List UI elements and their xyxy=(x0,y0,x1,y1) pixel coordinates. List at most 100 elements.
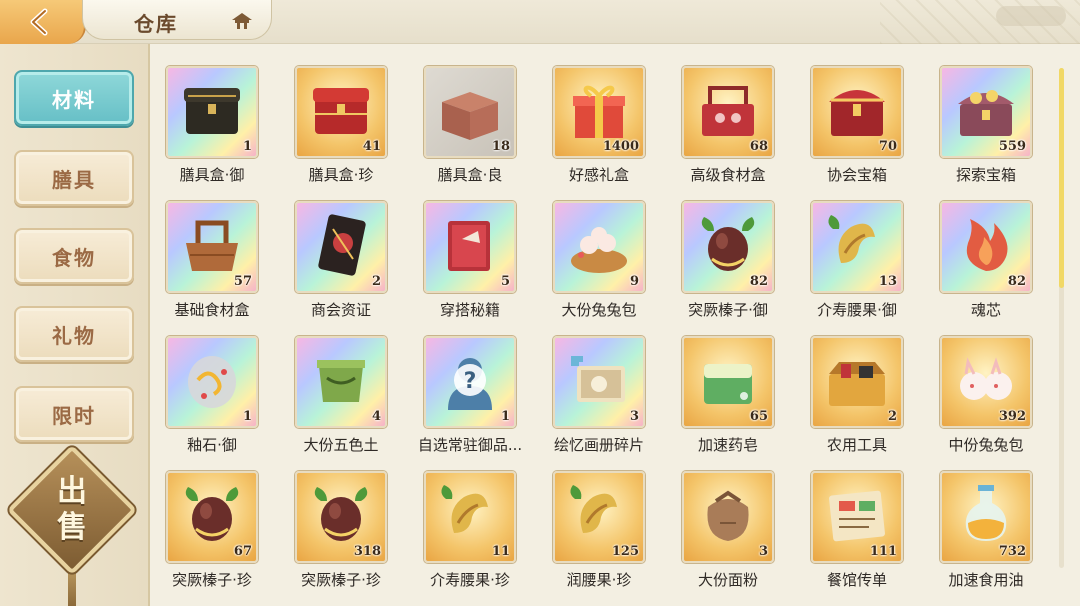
item-card[interactable]: 82 xyxy=(682,201,774,293)
tab-limited[interactable]: 限时 xyxy=(14,386,134,442)
hazelnut-icon xyxy=(701,217,755,271)
treasure-chest-icon xyxy=(829,90,885,136)
item-card[interactable]: 1 xyxy=(166,66,258,158)
inventory-item[interactable]: 392 中份兔兔包 xyxy=(921,336,1051,466)
item-card[interactable]: 111 xyxy=(811,471,903,563)
item-card[interactable]: 3 xyxy=(682,471,774,563)
item-card[interactable]: 11 xyxy=(424,471,516,563)
item-name: 介寿腰果·珍 xyxy=(430,571,510,589)
item-card[interactable]: 68 xyxy=(682,66,774,158)
item-count: 2 xyxy=(371,274,381,289)
item-card[interactable]: 2 xyxy=(811,336,903,428)
item-count: 9 xyxy=(629,274,639,289)
tab-tableware[interactable]: 膳具 xyxy=(14,150,134,206)
item-count: 318 xyxy=(353,544,381,559)
inventory-item[interactable]: 57 基础食材盒 xyxy=(156,201,277,331)
item-card[interactable]: 1 xyxy=(166,336,258,428)
inventory-item[interactable]: 2 农用工具 xyxy=(792,336,922,466)
back-button[interactable] xyxy=(0,0,86,44)
item-card[interactable]: 125 xyxy=(553,471,645,563)
bun-basket-icon xyxy=(571,227,627,273)
inventory-item[interactable]: 1 膳具盒·御 xyxy=(156,66,277,196)
item-card[interactable]: 3 xyxy=(553,336,645,428)
item-card[interactable]: 67 xyxy=(166,471,258,563)
inventory-item[interactable]: 67 突厥榛子·珍 xyxy=(156,471,277,601)
pavilion-icon[interactable] xyxy=(230,11,254,31)
inventory-item[interactable]: 5 穿搭秘籍 xyxy=(405,201,535,331)
inventory-item[interactable]: 125 润腰果·珍 xyxy=(534,471,664,601)
item-card[interactable]: 82 xyxy=(940,201,1032,293)
red-chest-icon xyxy=(313,88,369,134)
item-card[interactable]: 4 xyxy=(295,336,387,428)
inventory-item[interactable]: 18 膳具盒·良 xyxy=(405,66,535,196)
item-card[interactable]: 392 xyxy=(940,336,1032,428)
inventory-item[interactable]: 68 高级食材盒 xyxy=(663,66,793,196)
item-card[interactable]: 70 xyxy=(811,66,903,158)
item-count: 65 xyxy=(749,409,768,424)
item-count: 111 xyxy=(869,544,897,559)
inventory-item[interactable]: 9 大份兔兔包 xyxy=(534,201,664,331)
item-card[interactable]: 559 xyxy=(940,66,1032,158)
item-count: 18 xyxy=(491,139,510,154)
inventory-item[interactable]: 732 加速食用油 xyxy=(921,471,1051,601)
item-card[interactable]: ? 1 xyxy=(424,336,516,428)
inventory-item[interactable]: 318 突厥榛子·珍 xyxy=(276,471,406,601)
inventory-item[interactable]: 3 大份面粉 xyxy=(663,471,793,601)
soap-icon xyxy=(704,364,752,404)
inventory-item[interactable]: 82 突厥榛子·御 xyxy=(663,201,793,331)
item-name: 大份五色土 xyxy=(303,436,379,454)
inventory-item[interactable]: 111 餐馆传单 xyxy=(792,471,922,601)
item-name: 介寿腰果·御 xyxy=(817,301,897,319)
item-card[interactable]: 13 xyxy=(811,201,903,293)
item-card[interactable]: 9 xyxy=(553,201,645,293)
back-arrow-icon xyxy=(30,8,48,36)
item-card[interactable]: 732 xyxy=(940,471,1032,563)
inventory-item[interactable]: 559 探索宝箱 xyxy=(921,66,1051,196)
inventory-item[interactable]: 2 商会资证 xyxy=(276,201,406,331)
item-name: 润腰果·珍 xyxy=(566,571,632,589)
tab-food[interactable]: 食物 xyxy=(14,228,134,284)
item-card[interactable]: 41 xyxy=(295,66,387,158)
inventory-item[interactable]: 65 加速药皂 xyxy=(663,336,793,466)
inventory-item[interactable]: 13 介寿腰果·御 xyxy=(792,201,922,331)
inventory-item[interactable]: 11 介寿腰果·珍 xyxy=(405,471,535,601)
item-count: 11 xyxy=(491,544,510,559)
item-card[interactable]: 2 xyxy=(295,201,387,293)
inventory-item[interactable]: 70 协会宝箱 xyxy=(792,66,922,196)
inventory-item[interactable]: ? 1 自选常驻御品... xyxy=(405,336,535,466)
item-card[interactable]: 57 xyxy=(166,201,258,293)
item-name: 中份兔兔包 xyxy=(948,436,1024,454)
item-count: 392 xyxy=(998,409,1026,424)
bunny-bun-icon xyxy=(960,357,1012,400)
sell-label[interactable]: 出售 xyxy=(46,474,98,546)
item-name: 穿搭秘籍 xyxy=(439,301,500,319)
tab-label: 材料 xyxy=(52,87,96,112)
inventory-item[interactable]: 1 釉石·御 xyxy=(156,336,277,466)
item-name: 探索宝箱 xyxy=(955,166,1016,184)
puzzle-album-icon xyxy=(571,356,625,402)
item-name: 加速药皂 xyxy=(697,436,758,454)
item-count: 1400 xyxy=(602,139,639,154)
tab-gifts[interactable]: 礼物 xyxy=(14,306,134,362)
tab-label: 食物 xyxy=(52,245,96,270)
item-card[interactable]: 18 xyxy=(424,66,516,158)
item-name: 大份兔兔包 xyxy=(561,301,637,319)
item-count: 559 xyxy=(998,139,1026,154)
item-card[interactable]: 5 xyxy=(424,201,516,293)
inventory-item[interactable]: 82 魂芯 xyxy=(921,201,1051,331)
tab-materials[interactable]: 材料 xyxy=(14,70,134,126)
inventory-item[interactable]: 4 大份五色土 xyxy=(276,336,406,466)
item-count: 125 xyxy=(611,544,639,559)
inventory-item[interactable]: 41 膳具盒·珍 xyxy=(276,66,406,196)
inventory-item[interactable]: 1400 好感礼盒 xyxy=(534,66,664,196)
scrollbar-thumb[interactable] xyxy=(1059,68,1064,288)
item-count: 1 xyxy=(242,409,252,424)
page-title: 仓库 xyxy=(134,12,178,36)
item-card[interactable]: 1400 xyxy=(553,66,645,158)
hazelnut-icon xyxy=(185,487,239,541)
item-card[interactable]: 65 xyxy=(682,336,774,428)
inventory-item[interactable]: 3 绘忆画册碎片 xyxy=(534,336,664,466)
item-card[interactable]: 318 xyxy=(295,471,387,563)
item-count: 4 xyxy=(371,409,381,424)
item-name: 好感礼盒 xyxy=(568,166,629,184)
